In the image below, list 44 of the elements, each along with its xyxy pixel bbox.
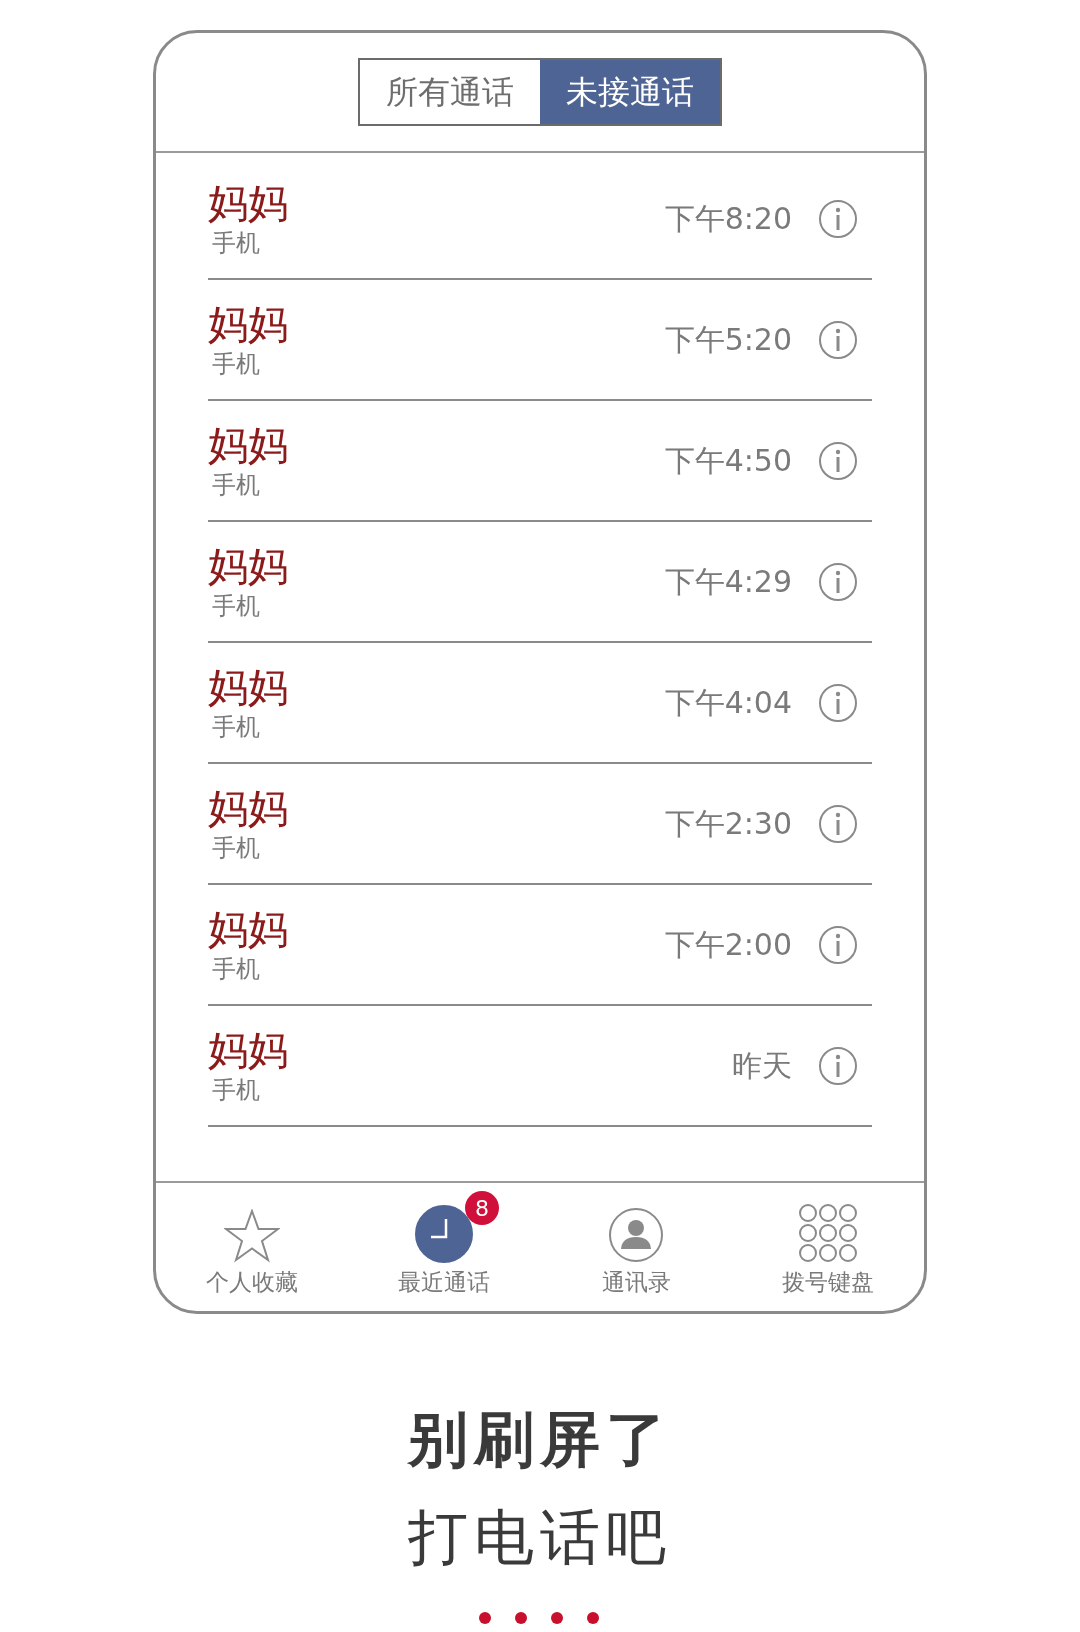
contact-name: 妈妈 (208, 178, 288, 227)
badge: 8 (465, 1191, 499, 1225)
phone-type: 手机 (212, 469, 260, 501)
contact-name: 妈妈 (208, 783, 288, 832)
headline: 别刷屏了 (408, 1403, 672, 1476)
info-icon[interactable] (818, 803, 858, 844)
info-icon[interactable] (818, 440, 858, 481)
call-time: 下午2:30 (664, 805, 792, 843)
call-time: 下午4:29 (664, 563, 792, 601)
info-icon[interactable] (818, 682, 858, 723)
tab[interactable]: 未接通话 (540, 60, 720, 124)
tab-bar-label: 拨号键盘 (782, 1268, 874, 1297)
contact-name: 妈妈 (208, 420, 288, 469)
phone-type: 手机 (212, 227, 260, 259)
call-time: 下午4:04 (664, 684, 792, 722)
phone-type: 手机 (212, 953, 260, 985)
tab-bar-item[interactable]: 8 最近通话 (348, 1187, 540, 1311)
phone-type: 手机 (212, 590, 260, 622)
info-icon[interactable] (818, 319, 858, 360)
contact-name: 妈妈 (208, 299, 288, 348)
tab-bar-item[interactable]: 通讯录 (540, 1187, 732, 1311)
contact-name: 妈妈 (208, 1025, 288, 1074)
info-icon[interactable] (818, 924, 858, 965)
call-time: 下午4:50 (664, 442, 792, 480)
phone-type: 手机 (212, 711, 260, 743)
contact-name: 妈妈 (208, 541, 288, 590)
call-time: 下午2:00 (664, 926, 792, 964)
phone-type: 手机 (212, 832, 260, 864)
phone-type: 手机 (212, 348, 260, 380)
tab-bar-item[interactable]: 拨号键盘 (732, 1187, 924, 1311)
contact-name: 妈妈 (208, 662, 288, 711)
tab-bar-label: 通讯录 (601, 1268, 671, 1297)
tab-bar-item[interactable]: 个人收藏 (156, 1187, 348, 1311)
subline: 打电话吧 (408, 1501, 672, 1574)
call-time: 下午5:20 (664, 321, 792, 359)
phone-type: 手机 (212, 1074, 260, 1106)
call-time: 下午8:20 (664, 200, 792, 238)
contact-name: 妈妈 (208, 904, 288, 953)
call-time: 昨天 (732, 1047, 792, 1085)
info-icon[interactable] (818, 198, 858, 239)
tab-bar-label: 最近通话 (398, 1268, 490, 1297)
tab-bar-label: 个人收藏 (206, 1268, 298, 1297)
info-icon[interactable] (818, 561, 858, 602)
info-icon[interactable] (818, 1045, 858, 1086)
